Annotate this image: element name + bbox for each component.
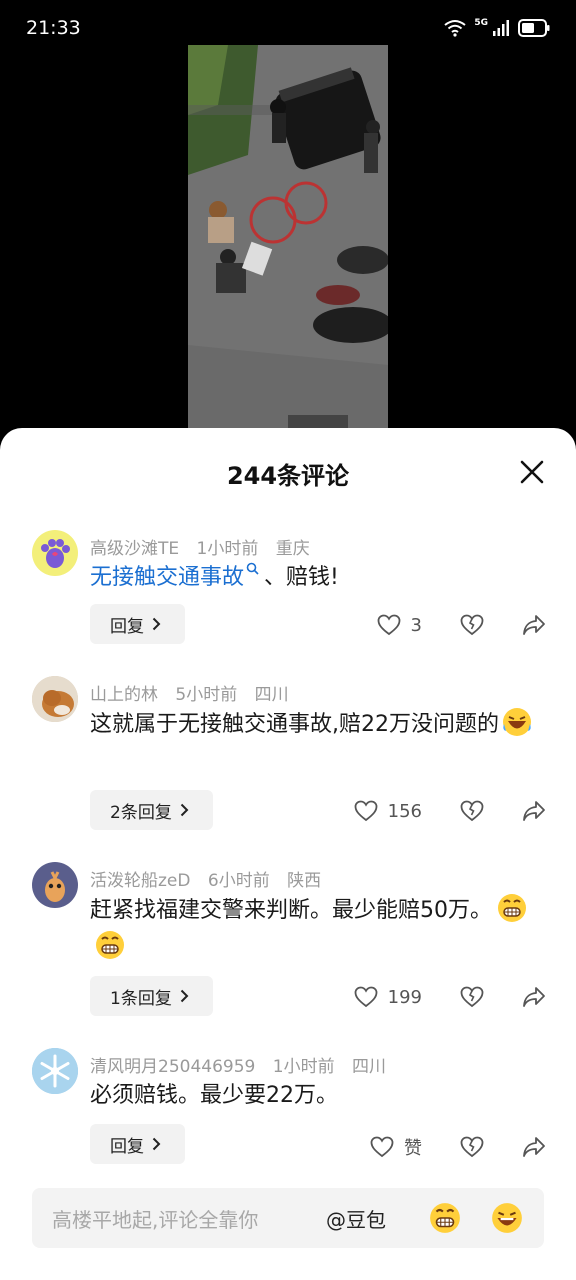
avatar[interactable] bbox=[32, 676, 78, 722]
comment-actions: 199 bbox=[354, 986, 546, 1008]
paw-avatar-icon bbox=[41, 539, 70, 568]
comment-time: 1小时前 bbox=[196, 539, 259, 559]
status-icons: 5G bbox=[444, 18, 550, 37]
close-icon bbox=[520, 460, 544, 484]
like-count: 156 bbox=[387, 800, 422, 822]
like-count: 赞 bbox=[404, 1138, 422, 1159]
laughing-emoji-button-icon[interactable] bbox=[490, 1201, 524, 1235]
comment-username[interactable]: 清风明月250446959 bbox=[90, 1057, 255, 1077]
comment-sheet: 244条评论 高级沙滩TE 1小时前 重庆 无接触交通事故 、赔钱! 回复 3 … bbox=[0, 428, 576, 1280]
chevron-right-icon bbox=[180, 989, 189, 1003]
share-icon[interactable] bbox=[522, 986, 546, 1008]
reply-label: 1条回复 bbox=[110, 988, 172, 1009]
like-count: 199 bbox=[387, 986, 422, 1008]
comment-meta: 活泼轮船zeD 6小时前 陕西 bbox=[90, 866, 333, 891]
like-button[interactable]: 3 bbox=[358, 614, 422, 636]
dislike-icon[interactable] bbox=[460, 614, 484, 636]
comment-meta: 清风明月250446959 1小时前 四川 bbox=[90, 1052, 398, 1077]
comment-actions: 3 bbox=[358, 614, 546, 636]
video-player[interactable] bbox=[188, 45, 388, 445]
wifi-icon bbox=[444, 20, 466, 37]
heart-icon bbox=[370, 1136, 394, 1158]
grinning-emoji-button-icon[interactable] bbox=[428, 1201, 462, 1235]
like-button[interactable]: 199 bbox=[354, 986, 422, 1008]
reply-label: 回复 bbox=[110, 616, 144, 637]
comment-text-body: 这就属于无接触交通事故,赔22万没问题的 bbox=[90, 712, 499, 737]
comment-actions: 赞 bbox=[358, 1134, 546, 1160]
comment-text-rest: 、赔钱! bbox=[264, 565, 339, 590]
grinning-emoji-icon bbox=[96, 931, 124, 959]
comment-composer[interactable]: 高楼平地起,评论全靠你 @豆包 bbox=[32, 1188, 544, 1248]
avatar[interactable] bbox=[32, 530, 78, 576]
comment-location: 陕西 bbox=[287, 871, 322, 891]
heart-icon bbox=[377, 614, 400, 636]
reply-button[interactable]: 回复 bbox=[90, 604, 185, 644]
search-icon[interactable] bbox=[246, 562, 260, 576]
comment-text-body: 赶紧找福建交警来判断。最少能赔50万。 bbox=[90, 898, 492, 923]
signal-icon bbox=[493, 20, 509, 36]
comment-username[interactable]: 活泼轮船zeD bbox=[90, 871, 190, 891]
dog-avatar-icon bbox=[32, 676, 78, 722]
reply-button[interactable]: 2条回复 bbox=[90, 790, 213, 830]
comment-location: 重庆 bbox=[275, 539, 310, 559]
comment-actions: 156 bbox=[354, 800, 546, 822]
snowflake-avatar-icon bbox=[32, 1048, 78, 1094]
comment-text: 无接触交通事故 、赔钱! bbox=[90, 560, 540, 596]
dislike-icon[interactable] bbox=[460, 1136, 484, 1158]
avatar[interactable] bbox=[32, 862, 78, 908]
comment-input[interactable]: 高楼平地起,评论全靠你 bbox=[52, 1204, 326, 1233]
reply-label: 2条回复 bbox=[110, 802, 172, 823]
comment-location: 四川 bbox=[351, 1057, 386, 1077]
comment-meta: 高级沙滩TE 1小时前 重庆 bbox=[90, 534, 322, 559]
heart-icon bbox=[354, 986, 378, 1008]
laughing-tears-emoji-icon bbox=[503, 708, 531, 736]
like-button[interactable]: 赞 bbox=[358, 1134, 422, 1160]
comment-text: 这就属于无接触交通事故,赔22万没问题的 bbox=[90, 706, 540, 743]
heart-icon bbox=[354, 800, 378, 822]
avatar[interactable] bbox=[32, 1048, 78, 1094]
chevron-right-icon bbox=[152, 617, 161, 631]
dislike-icon[interactable] bbox=[460, 986, 484, 1008]
comment-text: 必须赔钱。最少要22万。 bbox=[90, 1078, 540, 1114]
bird-avatar-icon bbox=[45, 871, 65, 902]
reply-label: 回复 bbox=[110, 1136, 144, 1157]
share-icon[interactable] bbox=[522, 614, 546, 636]
search-link[interactable]: 无接触交通事故 bbox=[90, 565, 244, 590]
share-icon[interactable] bbox=[522, 800, 546, 822]
comment-meta: 山上的林 5小时前 四川 bbox=[90, 680, 301, 705]
grinning-emoji-icon bbox=[498, 894, 526, 922]
comment-username[interactable]: 高级沙滩TE bbox=[90, 539, 179, 559]
battery-icon bbox=[518, 19, 550, 37]
mention-doubao-button[interactable]: @豆包 bbox=[326, 1204, 386, 1233]
status-time: 21:33 bbox=[26, 17, 81, 39]
like-button[interactable]: 156 bbox=[354, 800, 422, 822]
close-button[interactable] bbox=[518, 458, 546, 486]
reply-button[interactable]: 1条回复 bbox=[90, 976, 213, 1016]
comment-time: 5小时前 bbox=[175, 685, 238, 705]
dislike-icon[interactable] bbox=[460, 800, 484, 822]
chevron-right-icon bbox=[152, 1137, 161, 1151]
comment-text-body: 必须赔钱。最少要22万。 bbox=[90, 1083, 338, 1108]
reply-button[interactable]: 回复 bbox=[90, 1124, 185, 1164]
comment-location: 四川 bbox=[254, 685, 289, 705]
comment-time: 1小时前 bbox=[272, 1057, 335, 1077]
comment-count-title: 244条评论 bbox=[226, 462, 350, 490]
network-label: 5G bbox=[474, 18, 488, 28]
like-count: 3 bbox=[410, 614, 422, 636]
share-icon[interactable] bbox=[522, 1136, 546, 1158]
comment-time: 6小时前 bbox=[207, 871, 270, 891]
comment-username[interactable]: 山上的林 bbox=[90, 685, 158, 705]
chevron-right-icon bbox=[180, 803, 189, 817]
video-frame-image bbox=[188, 45, 388, 445]
comment-text: 赶紧找福建交警来判断。最少能赔50万。 bbox=[90, 892, 540, 966]
